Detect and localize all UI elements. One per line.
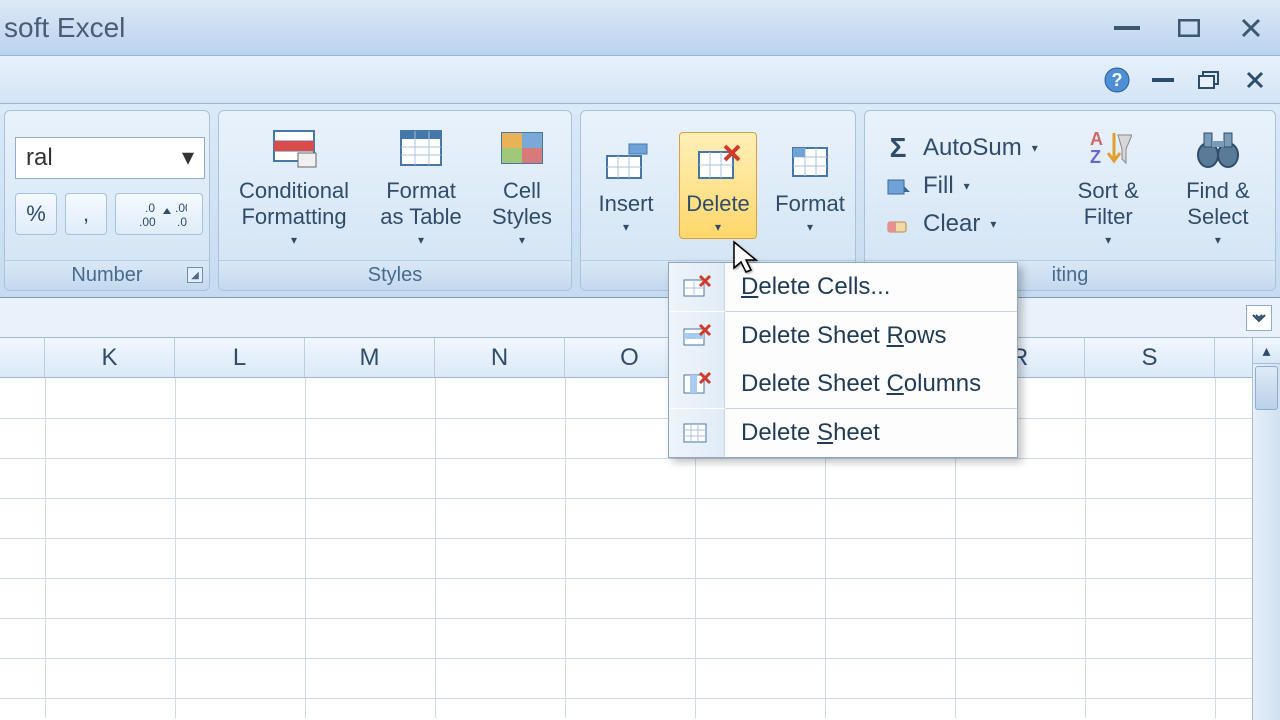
svg-text:?: ? [1112,70,1123,90]
formula-expand-button[interactable] [1246,305,1272,331]
svg-text:.0: .0 [177,215,187,228]
find-select-button[interactable]: Find & Select ▾ [1171,120,1265,251]
delete-sheet-rows-menuitem[interactable]: Delete Sheet Rows [669,312,1017,360]
delete-cells-icon [669,263,725,311]
conditional-formatting-button[interactable]: Conditional Formatting ▾ [229,120,359,251]
minimize-button[interactable] [1108,14,1146,42]
cell-styles-button[interactable]: Cell Styles ▾ [483,120,561,251]
delete-icon [691,137,745,187]
format-as-table-button[interactable]: Format as Table ▾ [373,120,469,251]
delete-button[interactable]: Delete ▾ [679,132,757,239]
chevron-down-icon: ▾ [418,233,424,247]
scroll-up-button[interactable]: ▴ [1253,338,1280,364]
help-icon[interactable]: ? [1100,66,1134,94]
number-group: ral ▾ % , .0.00.00.0 Number ◢ [4,110,210,291]
col-header[interactable]: M [305,338,435,377]
styles-group: Conditional Formatting ▾ Format as Table… [218,110,572,291]
delete-cells-menuitem[interactable]: Delete Cells... [669,263,1017,311]
fill-button[interactable]: Fill ▾ [875,170,1046,202]
number-group-label: Number ◢ [5,260,209,290]
svg-text:.00: .00 [175,201,187,215]
increase-decimal-button[interactable]: .0.00.00.0 [115,193,203,235]
document-controls-bar: ? [0,56,1280,104]
doc-minimize-button[interactable] [1146,66,1180,94]
chevron-down-icon: ▾ [964,179,970,193]
chevron-down-icon: ▾ [1215,233,1221,247]
delete-sheet-icon [669,409,725,457]
format-icon [783,137,837,187]
col-header[interactable]: K [45,338,175,377]
doc-restore-button[interactable] [1192,66,1226,94]
insert-icon [599,137,653,187]
maximize-button[interactable] [1170,14,1208,42]
clear-button[interactable]: Clear ▾ [875,208,1046,240]
comma-button[interactable]: , [65,193,107,235]
delete-columns-icon [669,360,725,408]
col-header[interactable]: S [1085,338,1215,377]
chevron-down-icon: ▾ [807,220,813,234]
vertical-scrollbar[interactable]: ▴ [1252,338,1280,720]
chevron-down-icon: ▾ [1032,141,1038,155]
percent-button[interactable]: % [15,193,57,235]
chevron-down-icon: ▾ [1105,233,1111,247]
chevron-down-icon: ▾ [291,233,297,247]
autosum-button[interactable]: Σ AutoSum ▾ [875,132,1046,164]
cell-styles-icon [495,124,549,174]
sigma-icon: Σ [883,136,913,160]
col-header[interactable]: L [175,338,305,377]
styles-group-label: Styles [219,260,571,290]
editing-stack: Σ AutoSum ▾ Fill ▾ Clear ▾ [875,132,1046,240]
chevron-down-icon: ▾ [623,220,629,234]
number-format-combo[interactable]: ral ▾ [15,137,205,179]
format-as-table-icon [394,124,448,174]
fill-icon [883,174,913,198]
conditional-formatting-icon [267,124,321,174]
svg-text:.0: .0 [145,201,155,215]
formula-bar [0,298,1280,338]
delete-sheet-columns-menuitem[interactable]: Delete Sheet Columns [669,360,1017,408]
chevron-down-icon: ▾ [519,233,525,247]
close-button[interactable] [1232,14,1270,42]
title-bar: soft Excel [0,0,1280,56]
column-headers: K L M N O P Q R S [0,338,1280,378]
col-header[interactable]: N [435,338,565,377]
eraser-icon [883,212,913,236]
delete-rows-icon [669,312,725,360]
sort-filter-button[interactable]: AZ Sort & Filter ▾ [1066,120,1151,251]
worksheet-grid[interactable]: K L M N O P Q R S ▴ [0,338,1280,720]
doc-close-button[interactable] [1238,66,1272,94]
scroll-thumb[interactable] [1255,366,1278,410]
insert-button[interactable]: Insert ▾ [587,133,665,238]
svg-text:Z: Z [1090,147,1101,167]
number-format-value: ral [26,144,53,172]
delete-dropdown-menu: Delete Cells... Delete Sheet Rows Delete… [668,262,1018,458]
window-controls [1108,14,1270,42]
svg-text:.00: .00 [139,215,156,228]
binoculars-icon [1191,124,1245,174]
ribbon: ral ▾ % , .0.00.00.0 Number ◢ Conditiona… [0,104,1280,298]
chevron-down-icon: ▾ [182,143,194,172]
cell-area[interactable] [0,378,1280,718]
svg-text:A: A [1090,129,1103,149]
number-dialog-launcher[interactable]: ◢ [187,267,203,283]
chevron-down-icon: ▾ [715,220,721,234]
app-title: soft Excel [0,12,125,44]
chevron-down-icon: ▾ [990,217,996,231]
delete-sheet-menuitem[interactable]: Delete Sheet [669,409,1017,457]
format-button[interactable]: Format ▾ [771,133,849,238]
sort-filter-icon: AZ [1081,124,1135,174]
col-header-partial[interactable] [0,338,45,377]
